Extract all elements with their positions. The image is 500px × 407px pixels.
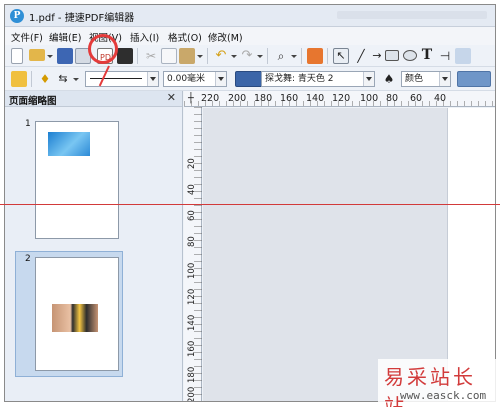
undo-icon[interactable]: ↶ xyxy=(213,48,229,64)
thumb-page-number: 2 xyxy=(25,254,31,264)
menu-file[interactable]: 文件(F) xyxy=(11,30,43,44)
ruler-label: 40 xyxy=(187,184,197,195)
insert-image-icon[interactable] xyxy=(307,48,323,64)
app-logo-icon: P xyxy=(10,9,24,23)
ruler-label: 20 xyxy=(187,158,197,169)
menu-format[interactable]: 格式(O) xyxy=(168,30,202,44)
line-tool-icon[interactable]: ╱ xyxy=(353,48,369,64)
page2-image-thumbnail xyxy=(52,304,98,332)
cut-icon[interactable]: ✂ xyxy=(143,48,159,64)
thumbnail-page-2[interactable] xyxy=(35,257,119,371)
document-canvas[interactable] xyxy=(203,108,495,401)
ruler-label: 180 xyxy=(187,366,197,383)
line-style-select[interactable] xyxy=(85,71,159,87)
format-toolbar: ♦ ⇆ 0.00毫米 探戈舞: 青天色 2 ♠ 颜色 xyxy=(5,67,495,91)
color-select-value: 颜色 xyxy=(405,74,424,84)
copy-icon[interactable] xyxy=(161,48,177,64)
color-select[interactable]: 颜色 xyxy=(401,71,451,87)
line-ends-dropdown-icon[interactable] xyxy=(73,78,79,81)
redo-icon[interactable]: ↷ xyxy=(239,48,255,64)
close-icon[interactable]: ✕ xyxy=(167,91,176,104)
text-frame-icon[interactable]: ⊣ xyxy=(437,48,453,64)
zoom-dropdown-icon[interactable] xyxy=(291,55,297,58)
print-icon[interactable] xyxy=(117,48,133,64)
more-tools-icon[interactable] xyxy=(455,48,471,64)
ruler-label: 80 xyxy=(187,236,197,247)
ruler-label: 200 xyxy=(187,386,197,402)
separator xyxy=(137,48,138,64)
ruler-label: 100 xyxy=(187,262,197,279)
menu-insert[interactable]: 插入(I) xyxy=(130,30,159,44)
redo-dropdown-icon[interactable] xyxy=(257,55,263,58)
vertical-ruler: 20 40 60 80 100 120 140 160 180 200 xyxy=(184,107,202,402)
watermark-url: www.easck.com xyxy=(400,389,487,402)
new-document-icon[interactable] xyxy=(11,48,23,64)
menu-modify[interactable]: 修改(M) xyxy=(208,30,243,44)
line-width-field[interactable]: 0.00毫米 xyxy=(163,71,227,87)
ellipse-tool-icon[interactable] xyxy=(403,50,417,61)
title-bar: P 1.pdf - 捷速PDF编辑器 xyxy=(5,5,495,27)
menu-edit[interactable]: 编辑(E) xyxy=(49,30,81,44)
open-folder-icon[interactable] xyxy=(29,49,45,61)
ruler-ticks xyxy=(184,101,495,106)
select-pointer-icon[interactable]: ↖ xyxy=(333,48,349,64)
rectangle-tool-icon[interactable] xyxy=(385,50,399,61)
separator xyxy=(267,48,268,64)
ruler-label: 120 xyxy=(187,288,197,305)
separator xyxy=(301,48,302,64)
thumb-page-number: 1 xyxy=(25,119,31,129)
annotation-guide-line xyxy=(0,204,500,205)
main-toolbar: PDF ✂ ↶ ↷ ⌕ ↖ ╱ → T ⊣ xyxy=(5,45,495,67)
text-tool-icon[interactable]: T xyxy=(419,47,435,63)
document-page[interactable] xyxy=(447,108,495,401)
separator xyxy=(207,48,208,64)
thumbnail-page-1[interactable] xyxy=(35,121,119,239)
line-ends-icon[interactable]: ⇆ xyxy=(55,71,71,87)
paste-dropdown-icon[interactable] xyxy=(197,55,203,58)
panel-header: 页面缩略图 ✕ xyxy=(5,91,182,107)
page-thumbnails-panel: 页面缩略图 ✕ 1 2 xyxy=(5,91,183,401)
page1-image-thumbnail xyxy=(48,132,90,156)
separator xyxy=(327,48,328,64)
grid-icon[interactable] xyxy=(11,71,27,87)
annotation-highlight-circle xyxy=(88,34,118,64)
horizontal-ruler: ┼ 220 200 180 160 140 120 100 80 60 40 xyxy=(184,91,495,107)
fill-style-select[interactable]: 探戈舞: 青天色 2 xyxy=(261,71,375,87)
open-dropdown-icon[interactable] xyxy=(47,55,53,58)
stepper-icon[interactable] xyxy=(215,72,226,86)
highlight-icon[interactable]: ♦ xyxy=(37,71,53,87)
undo-dropdown-icon[interactable] xyxy=(231,55,237,58)
site-watermark: 易采站长站 www.easck.com xyxy=(378,359,498,407)
separator xyxy=(31,71,32,87)
ruler-label: 160 xyxy=(187,340,197,357)
ruler-ticks xyxy=(194,107,202,401)
color-swatch[interactable] xyxy=(457,71,491,87)
ruler-label: 60 xyxy=(187,210,197,221)
arrow-tool-icon[interactable]: → xyxy=(369,48,385,64)
ruler-label: 140 xyxy=(187,314,197,331)
fill-style-value: 探戈舞: 青天色 2 xyxy=(265,74,334,84)
chevron-down-icon xyxy=(147,72,158,86)
paste-icon[interactable] xyxy=(179,48,195,64)
window-title: 1.pdf - 捷速PDF编辑器 xyxy=(29,13,135,24)
line-style-preview xyxy=(90,78,142,79)
menu-bar: 文件(F) 编辑(E) 视图(V) 插入(I) 格式(O) 修改(M) xyxy=(5,27,495,45)
app-window: P 1.pdf - 捷速PDF编辑器 文件(F) 编辑(E) 视图(V) 插入(… xyxy=(4,4,496,402)
chevron-down-icon xyxy=(363,72,374,86)
save-icon[interactable] xyxy=(57,48,73,64)
zoom-icon[interactable]: ⌕ xyxy=(273,48,289,64)
line-width-value: 0.00毫米 xyxy=(167,74,206,84)
chevron-down-icon xyxy=(439,72,450,86)
panel-title: 页面缩略图 xyxy=(9,96,57,107)
title-bar-blurred-area xyxy=(337,11,487,19)
fill-bucket-icon[interactable]: ♠ xyxy=(381,71,397,87)
